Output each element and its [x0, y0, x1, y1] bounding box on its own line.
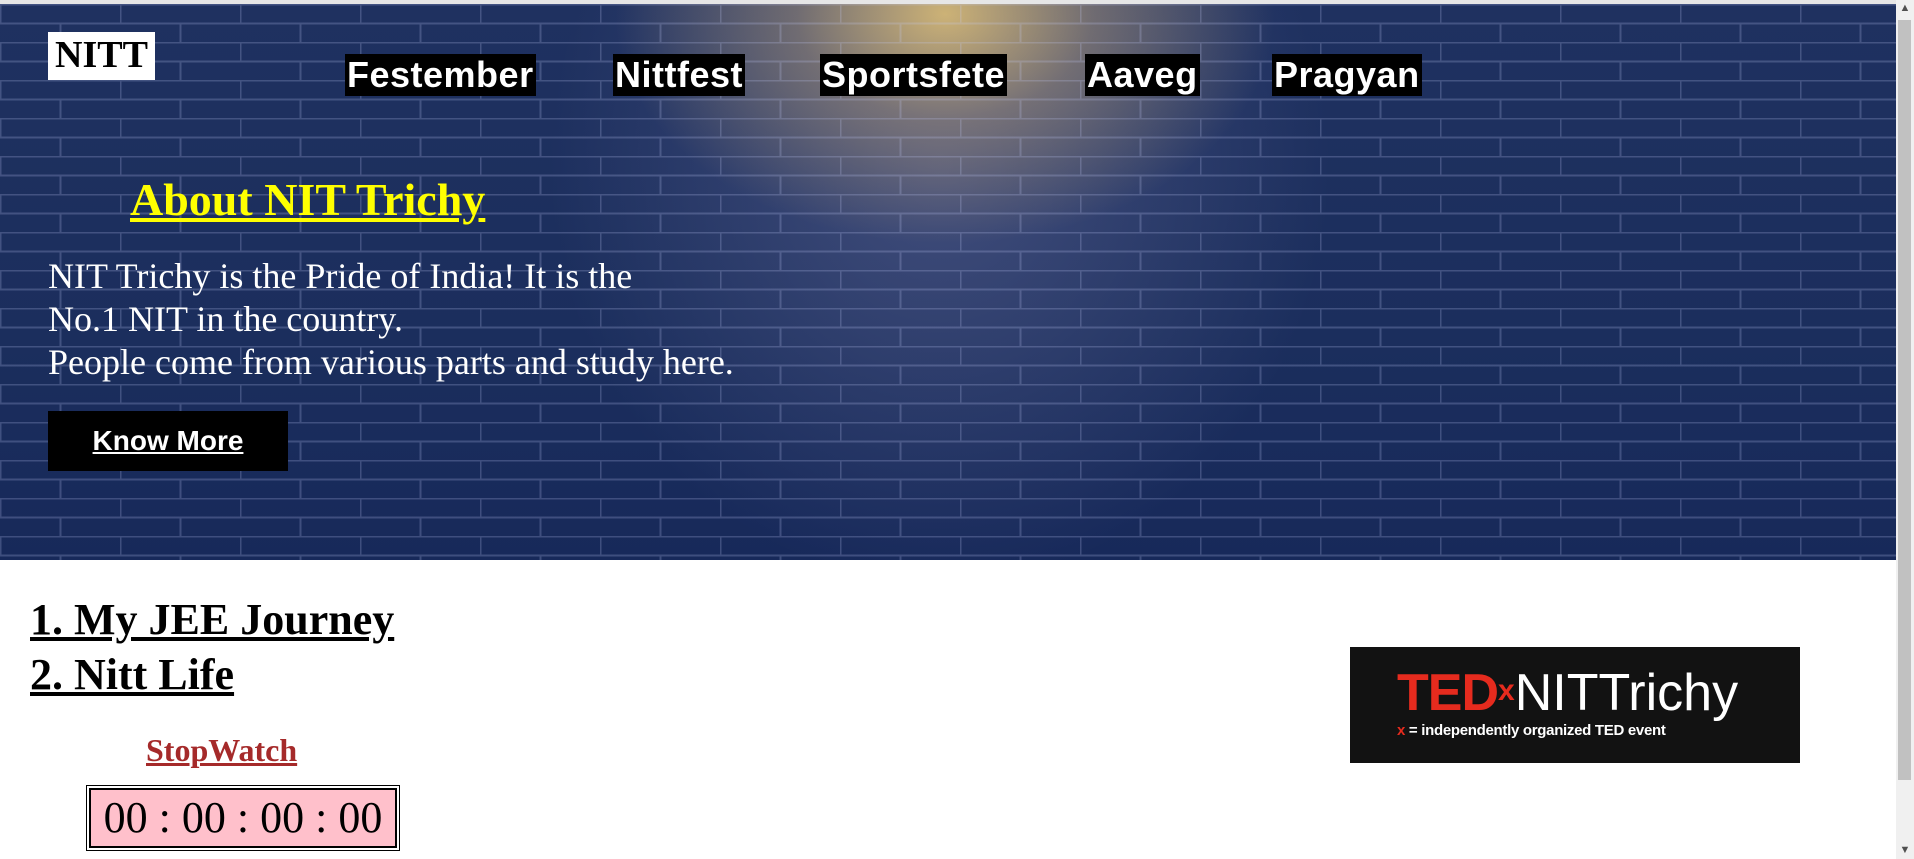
nav-item-aaveg[interactable]: Aaveg — [1085, 54, 1200, 96]
stopwatch-display: 00 : 00 : 00 : 00 — [86, 785, 400, 851]
know-more-button[interactable]: Know More — [48, 411, 288, 471]
scroll-up-icon[interactable]: ▲ — [1896, 0, 1914, 17]
ted-text: TED — [1397, 664, 1499, 722]
stopwatch-title[interactable]: StopWatch — [146, 730, 297, 770]
about-title[interactable]: About NIT Trichy — [130, 172, 485, 228]
list-item-jee-journey[interactable]: 1. My JEE Journey — [30, 592, 394, 647]
scrollbar-thumb[interactable] — [1898, 20, 1911, 780]
topic-list: 1. My JEE Journey 2. Nitt Life — [30, 592, 394, 702]
nav-item-nittfest[interactable]: Nittfest — [613, 54, 745, 96]
tedx-wordmark: TEDxNITTrichy — [1397, 663, 1738, 723]
tagline-text: = independently organized TED event — [1405, 722, 1666, 739]
ted-x: x — [1498, 674, 1515, 707]
about-line: People come from various parts and study… — [48, 342, 734, 382]
about-line: NIT Trichy is the Pride of India! It is … — [48, 256, 633, 296]
tedx-tagline: x = independently organized TED event — [1397, 722, 1666, 739]
nav-item-pragyan[interactable]: Pragyan — [1272, 54, 1422, 96]
hero-section: NITT Festember Nittfest Sportsfete Aaveg… — [0, 4, 1896, 560]
scroll-down-icon[interactable]: ▼ — [1896, 842, 1914, 859]
about-line: No.1 NIT in the country. — [48, 299, 403, 339]
site-logo[interactable]: NITT — [48, 32, 155, 80]
tedx-event-name: NITTrichy — [1514, 664, 1739, 722]
about-description: NIT Trichy is the Pride of India! It is … — [48, 255, 734, 384]
tedx-nittrichy-logo[interactable]: TEDxNITTrichy x = independently organize… — [1350, 647, 1800, 763]
vertical-scrollbar[interactable]: ▲ ▼ — [1896, 0, 1914, 859]
tagline-x: x — [1397, 722, 1406, 739]
nav-item-festember[interactable]: Festember — [345, 54, 536, 96]
list-item-nitt-life[interactable]: 2. Nitt Life — [30, 647, 394, 702]
nav-item-sportsfete[interactable]: Sportsfete — [820, 54, 1008, 96]
